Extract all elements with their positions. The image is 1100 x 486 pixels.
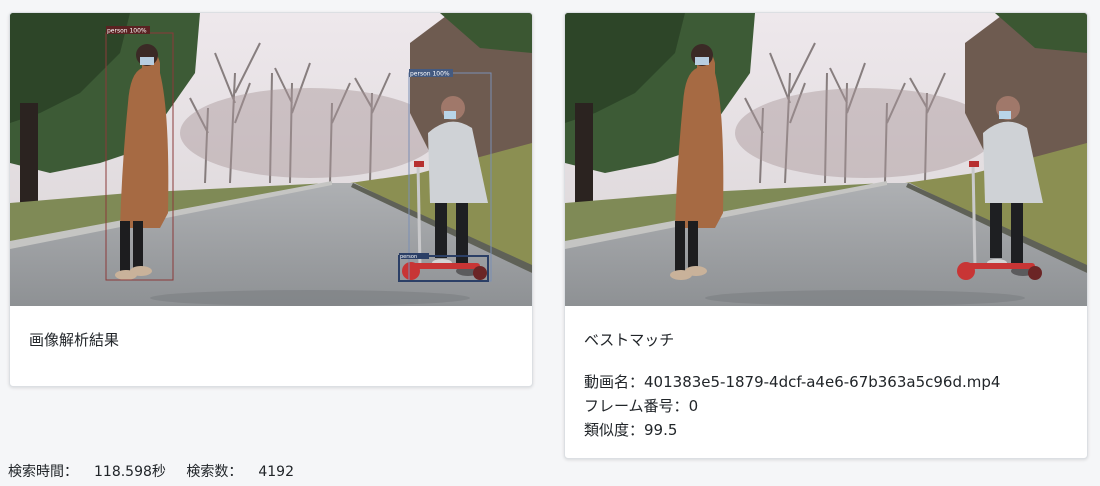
similarity-label: 類似度： <box>584 421 645 439</box>
analyzed-image: person 100% person 100% person <box>10 13 532 306</box>
image-analysis-card: person 100% person 100% person 画像解析結果 <box>9 12 533 387</box>
best-match-image <box>565 13 1087 306</box>
detection-label-woman: person 100% <box>107 28 147 35</box>
search-count-value: 4192 <box>258 464 294 480</box>
image-analysis-title: 画像解析結果 <box>29 331 120 349</box>
search-time-label: 検索時間： <box>8 464 78 480</box>
video-name-row: 動画名：401383e5-1879-4dcf-a4e6-67b363a5c96d… <box>584 370 1068 394</box>
search-time: 検索時間： 118.598秒 <box>8 464 166 480</box>
frame-number-row: フレーム番号：0 <box>584 394 1068 418</box>
video-name-value: 401383e5-1879-4dcf-a4e6-67b363a5c96d.mp4 <box>644 373 1001 391</box>
frame-number-label: フレーム番号： <box>584 397 689 415</box>
frame-number-value: 0 <box>688 397 699 415</box>
detection-label-child: person 100% <box>410 71 450 78</box>
search-count: 検索数： 4192 <box>186 464 294 480</box>
similarity-row: 類似度：99.5 <box>584 418 1068 442</box>
best-match-title: ベストマッチ <box>584 331 675 349</box>
detection-label-scooter: person <box>400 254 417 260</box>
search-time-value: 118.598秒 <box>94 464 166 480</box>
search-stats: 検索時間： 118.598秒 検索数： 4192 <box>8 461 294 481</box>
video-name-label: 動画名： <box>584 373 645 391</box>
similarity-value: 99.5 <box>644 421 678 439</box>
best-match-card: ベストマッチ 動画名：401383e5-1879-4dcf-a4e6-67b36… <box>564 12 1088 459</box>
search-count-label: 検索数： <box>186 464 243 480</box>
